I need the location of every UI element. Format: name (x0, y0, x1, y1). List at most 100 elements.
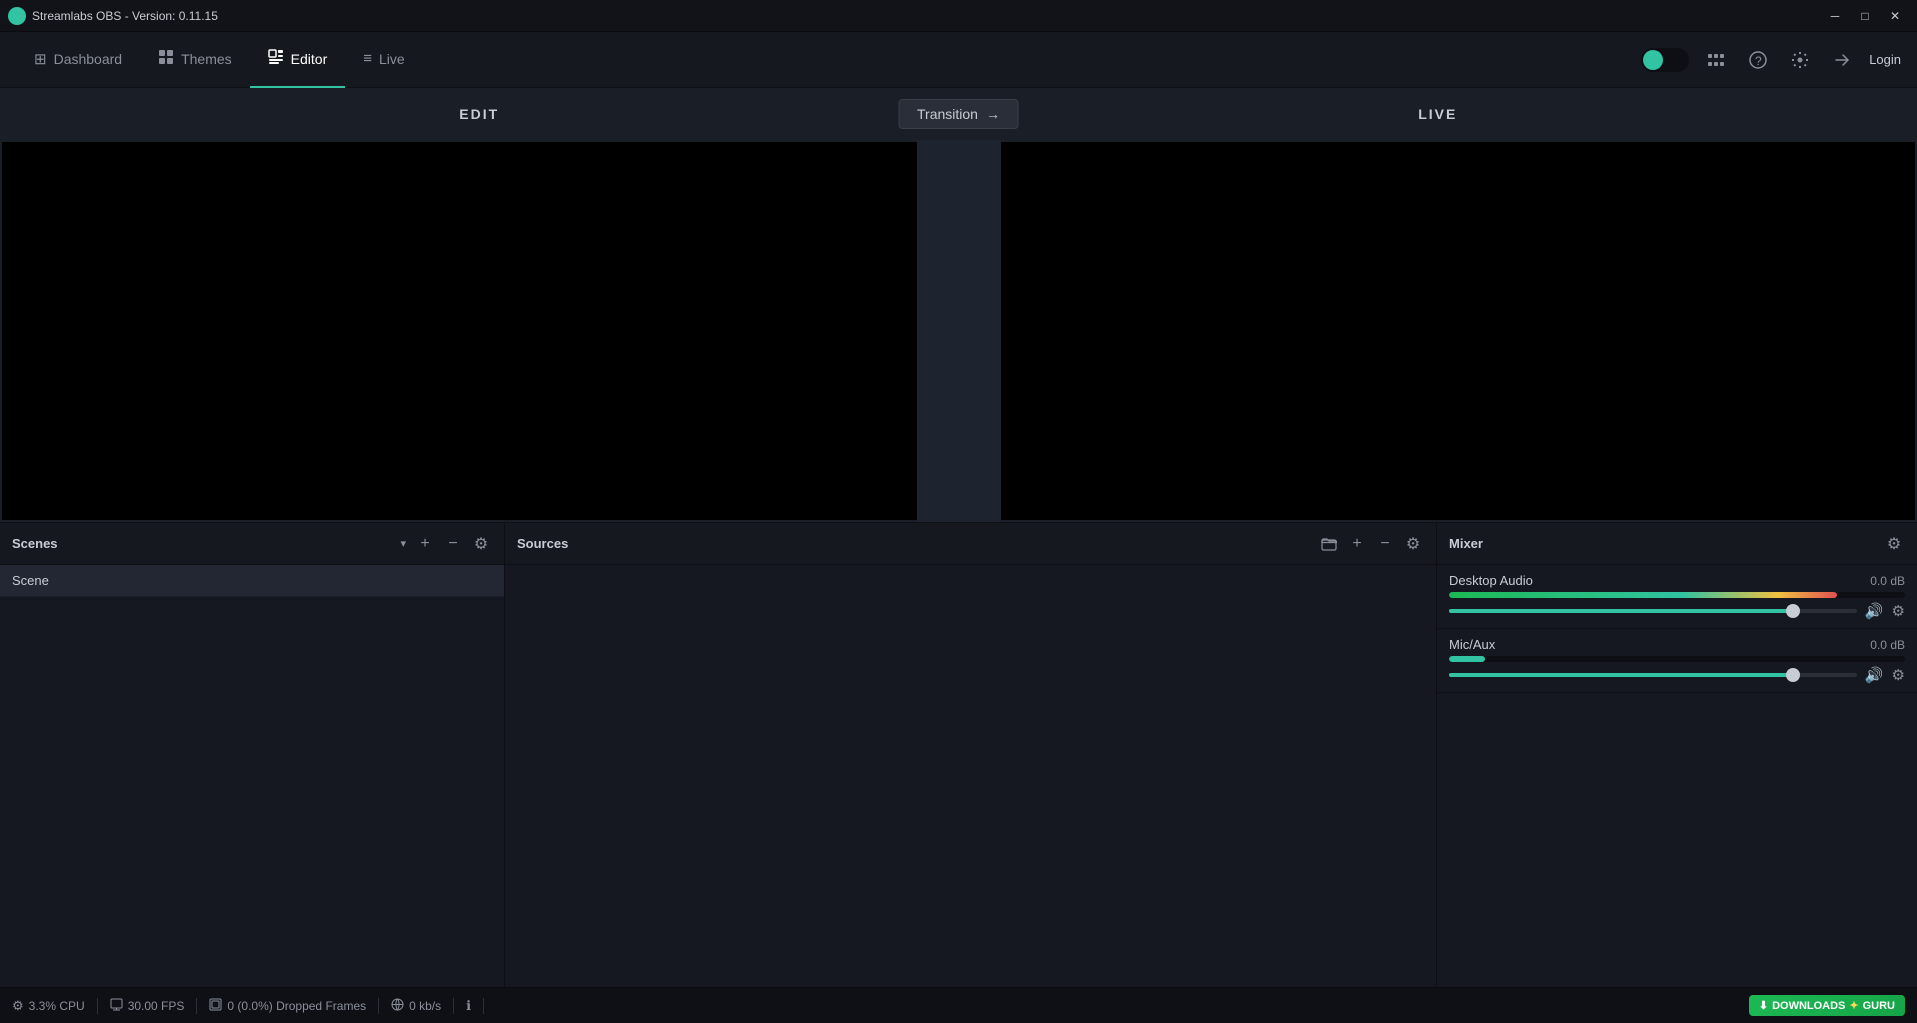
sources-panel: Sources + − ⚙ (505, 523, 1437, 987)
transition-label: Transition (917, 106, 978, 122)
nav-live[interactable]: ≡ Live (345, 32, 422, 88)
mixer-mic-mute-icon[interactable]: 🔊 (1865, 666, 1884, 684)
live-preview (1001, 142, 1916, 520)
scenes-panel-actions: + − ⚙ (414, 533, 492, 555)
mixer-mic-name: Mic/Aux (1449, 637, 1495, 652)
scenes-remove-button[interactable]: − (442, 533, 464, 555)
mixer-settings-button[interactable]: ⚙ (1883, 533, 1905, 555)
edit-preview (2, 142, 917, 520)
settings-icon-btn[interactable] (1785, 45, 1815, 75)
mixer-channels: Desktop Audio 0.0 dB 🔊 ⚙ (1437, 565, 1917, 987)
sources-folder-button[interactable] (1318, 533, 1340, 555)
scenes-panel: Scenes ▾ + − ⚙ Scene (0, 523, 505, 987)
mixer-desktop-name: Desktop Audio (1449, 573, 1533, 588)
edit-live-bar: EDIT Transition → LIVE (0, 88, 1917, 140)
help-icon-btn[interactable]: ? (1743, 45, 1773, 75)
login-button[interactable]: Login (1869, 52, 1901, 67)
status-network: 0 kb/s (379, 998, 454, 1014)
downloads-label: DOWNLOADS (1772, 1000, 1845, 1012)
nav-themes[interactable]: Themes (140, 32, 250, 88)
scene-item[interactable]: Scene (0, 565, 504, 597)
mixer-channel-desktop-header: Desktop Audio 0.0 dB (1449, 573, 1905, 588)
titlebar-left: Streamlabs OBS - Version: 0.11.15 (8, 7, 218, 25)
mixer-channel-mic: Mic/Aux 0.0 dB 🔊 ⚙ (1437, 629, 1917, 693)
scenes-list: Scene (0, 565, 504, 987)
mixer-mic-db: 0.0 dB (1870, 638, 1905, 652)
network-icon (391, 998, 404, 1014)
toggle-knob (1643, 50, 1663, 70)
minimize-button[interactable]: ─ (1821, 5, 1849, 27)
downloads-badge[interactable]: ⬇ DOWNLOADS ✦ GURU (1749, 995, 1905, 1016)
mixer-desktop-meter-fill (1449, 592, 1837, 598)
titlebar: Streamlabs OBS - Version: 0.11.15 ─ □ ✕ (0, 0, 1917, 32)
mixer-panel-header: Mixer ⚙ (1437, 523, 1917, 565)
app-icon (8, 7, 26, 25)
status-cpu: ⚙ 3.3% CPU (12, 998, 98, 1014)
transition-button[interactable]: Transition → (898, 99, 1019, 129)
downloads-sub: GURU (1863, 1000, 1895, 1012)
mixer-desktop-volume-slider[interactable] (1449, 609, 1857, 613)
mixer-mic-settings-icon[interactable]: ⚙ (1892, 666, 1905, 684)
mixer-mic-volume-slider[interactable] (1449, 673, 1857, 677)
downloads-dot: ✦ (1849, 999, 1858, 1012)
edit-label: EDIT (0, 106, 959, 122)
info-icon: ℹ (466, 998, 471, 1014)
fps-icon (110, 998, 123, 1014)
scenes-panel-header: Scenes ▾ + − ⚙ (0, 523, 504, 565)
scenes-add-button[interactable]: + (414, 533, 436, 555)
mixer-mic-volume-knob[interactable] (1786, 668, 1800, 682)
mixer-desktop-db: 0.0 dB (1870, 574, 1905, 588)
mixer-mic-meter (1449, 656, 1905, 662)
themes-icon (158, 49, 174, 69)
mixer-mic-volume-fill (1449, 673, 1796, 677)
frames-icon (209, 998, 222, 1014)
mixer-desktop-volume-fill (1449, 609, 1796, 613)
live-icon: ≡ (363, 50, 372, 67)
cpu-label: 3.3% CPU (29, 999, 85, 1013)
sources-panel-actions: + − ⚙ (1318, 533, 1424, 555)
mixer-panel-actions: ⚙ (1883, 533, 1905, 555)
fps-label: 30.00 FPS (128, 999, 185, 1013)
mixer-desktop-volume-knob[interactable] (1786, 604, 1800, 618)
nav-editor[interactable]: Editor (250, 32, 346, 88)
topnav-right: ? Login (1641, 45, 1901, 75)
sources-remove-button[interactable]: − (1374, 533, 1396, 555)
transition-arrow-icon: → (986, 106, 1000, 122)
mixer-panel: Mixer ⚙ Desktop Audio 0.0 dB (1437, 523, 1917, 987)
scenes-dropdown-icon[interactable]: ▾ (400, 537, 406, 550)
titlebar-controls: ─ □ ✕ (1821, 5, 1909, 27)
editor-icon (268, 49, 284, 69)
sources-settings-button[interactable]: ⚙ (1402, 533, 1424, 555)
mixer-desktop-meter (1449, 592, 1905, 598)
close-button[interactable]: ✕ (1881, 5, 1909, 27)
sources-panel-title: Sources (517, 536, 1310, 551)
cpu-icon: ⚙ (12, 998, 24, 1014)
status-frames: 0 (0.0%) Dropped Frames (197, 998, 379, 1014)
login-label: Login (1869, 52, 1901, 67)
status-info[interactable]: ℹ (454, 998, 484, 1014)
live-label: LIVE (959, 106, 1917, 122)
statusbar: ⚙ 3.3% CPU 30.00 FPS 0 (0.0%) Dropped Fr… (0, 987, 1917, 1023)
nav-live-label: Live (379, 51, 405, 67)
preview-area (0, 140, 1917, 522)
scenes-settings-button[interactable]: ⚙ (470, 533, 492, 555)
topnav: ⊞ Dashboard Themes Editor ≡ Live (0, 32, 1917, 88)
sources-add-button[interactable]: + (1346, 533, 1368, 555)
titlebar-title: Streamlabs OBS - Version: 0.11.15 (32, 9, 218, 23)
mixer-desktop-mute-icon[interactable]: 🔊 (1865, 602, 1884, 620)
nav-dashboard-label: Dashboard (54, 51, 123, 67)
toggle-switch[interactable] (1641, 48, 1689, 72)
mixer-desktop-settings-icon[interactable]: ⚙ (1892, 602, 1905, 620)
maximize-button[interactable]: □ (1851, 5, 1879, 27)
bars-icon-btn[interactable] (1701, 45, 1731, 75)
svg-text:?: ? (1755, 54, 1762, 68)
nav-dashboard[interactable]: ⊞ Dashboard (16, 32, 140, 88)
mixer-channel-mic-header: Mic/Aux 0.0 dB (1449, 637, 1905, 652)
frames-label: 0 (0.0%) Dropped Frames (227, 999, 366, 1013)
transition-middle (917, 140, 1001, 522)
nav-editor-label: Editor (291, 51, 328, 67)
network-label: 0 kb/s (409, 999, 441, 1013)
mixer-channel-desktop: Desktop Audio 0.0 dB 🔊 ⚙ (1437, 565, 1917, 629)
login-icon-btn[interactable] (1827, 45, 1857, 75)
dashboard-icon: ⊞ (34, 50, 47, 68)
